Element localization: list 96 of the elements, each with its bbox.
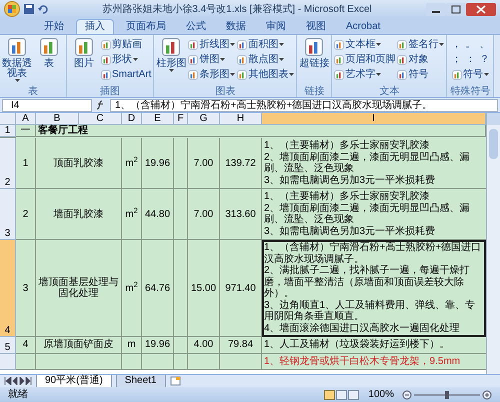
ribbon-icon <box>397 70 408 80</box>
name-box[interactable]: I4 <box>2 98 92 112</box>
undo-icon[interactable] <box>38 4 48 14</box>
ribbon-button[interactable]: 符号 <box>452 67 489 82</box>
group-label: 插图 <box>99 86 122 97</box>
ribbon-button[interactable]: 页眉和页脚 <box>334 52 396 67</box>
sheet-tab[interactable]: 90平米(普通) <box>36 374 112 388</box>
ribbon-button[interactable]: 柱形图 <box>156 37 186 72</box>
ribbon-icon <box>161 37 182 57</box>
ribbon-tab[interactable]: 审阅 <box>258 19 294 34</box>
table-cell <box>16 354 36 370</box>
ribbon-button[interactable]: 对象 <box>397 52 444 67</box>
ribbon-icon <box>397 54 408 64</box>
ribbon-icon <box>101 70 111 80</box>
ribbon-icon <box>39 37 59 57</box>
ribbon-icon <box>334 54 344 64</box>
close-icon[interactable] <box>466 2 496 16</box>
ribbon-icon <box>188 70 198 80</box>
table-cell <box>122 354 142 370</box>
group-label: 特殊符号 <box>449 86 492 97</box>
ribbon-icon <box>188 54 198 64</box>
sheet-navigation-icon[interactable] <box>4 377 32 385</box>
ribbon-button[interactable]: 图片 <box>69 37 99 69</box>
table-cell: 客餐厅工程 <box>36 125 486 137</box>
group-label: 表 <box>27 86 39 97</box>
ribbon-tab[interactable]: 页面布局 <box>118 19 174 34</box>
ribbon-icon <box>101 54 111 64</box>
vertical-scrollbar[interactable] <box>486 113 500 374</box>
row-header[interactable]: 5 <box>0 337 16 354</box>
ribbon-button[interactable]: 数据透视表 <box>2 37 32 82</box>
maximize-icon[interactable] <box>446 2 466 16</box>
ribbon-icon <box>237 40 248 50</box>
zoom-slider-icon[interactable] <box>402 390 492 400</box>
save-icon[interactable] <box>24 4 34 14</box>
sheet-tab[interactable]: Sheet1 <box>116 374 166 388</box>
table-cell: 1、（含辅材）宁南滑石粉+高士熟胶粉+德国进口汉高胶水现场调腻子。 2、满批腻子二遍，找补腻子一遍，每遍干燥打磨，墙面平整清洁（原墙面和顶面误差较大除外）。 3、边角顺直1、人工及辅料费用、弹线、靠、专用阴阳角条垂直顺直。 4、墙面滚涂德国进口汉高胶水一遍固化处理 <box>262 240 486 337</box>
new-sheet-icon[interactable] <box>170 376 182 386</box>
table-cell <box>220 354 262 370</box>
row-header[interactable]: 1 <box>0 125 16 137</box>
ribbon-button[interactable]: 折线图 <box>188 37 236 52</box>
table-cell <box>142 354 174 370</box>
group-label: 文本 <box>378 86 400 97</box>
group-label: 链接 <box>303 86 326 97</box>
ribbon-icon <box>237 54 248 64</box>
ribbon-button[interactable]: 签名行 <box>397 37 444 52</box>
row-header[interactable]: 4 <box>0 240 16 337</box>
ribbon-icon <box>397 40 408 50</box>
ribbon-button[interactable]: 条形图 <box>188 67 236 82</box>
symbol-button[interactable]: ： <box>463 52 478 67</box>
ribbon-button[interactable]: 其他图表 <box>237 67 294 82</box>
ribbon-tab[interactable]: Acrobat <box>338 19 388 34</box>
ribbon-icon <box>7 37 27 57</box>
symbol-button[interactable]: ？ <box>477 52 492 67</box>
ribbon-tab[interactable]: 插入 <box>76 19 114 34</box>
ribbon-button[interactable]: 饼图 <box>188 52 236 67</box>
ribbon-icon <box>334 70 344 80</box>
ribbon-icon <box>74 37 94 57</box>
ribbon-icon <box>237 70 248 80</box>
symbol-button[interactable]: 。 <box>463 37 478 52</box>
minimize-icon[interactable] <box>426 2 446 16</box>
view-buttons-icon[interactable] <box>324 390 360 400</box>
ribbon-icon <box>452 70 462 80</box>
ribbon-tab[interactable]: 数据 <box>218 19 254 34</box>
ribbon-button[interactable]: 表 <box>34 37 64 69</box>
ribbon-button[interactable]: 文本框 <box>334 37 396 52</box>
ribbon-button[interactable]: 艺术字 <box>334 67 396 82</box>
column-header[interactable]: I <box>262 113 486 125</box>
table-cell <box>174 354 188 370</box>
zoom-level[interactable]: 100% <box>368 388 394 400</box>
ribbon-button[interactable]: 符号 <box>397 67 444 82</box>
ribbon-button[interactable]: 剪贴画 <box>101 37 152 52</box>
status-text: 就绪 <box>8 388 29 400</box>
symbol-button[interactable]: 、 <box>477 37 492 52</box>
function-icon[interactable] <box>96 100 106 110</box>
ribbon-button[interactable]: 面积图 <box>237 37 294 52</box>
ribbon-button[interactable]: 散点图 <box>237 52 294 67</box>
symbol-button[interactable]: ； <box>449 52 464 67</box>
group-label: 图表 <box>214 86 236 97</box>
window-title: 苏州路张姐未地小徐3.4号改1.xls [兼容模式] - Microsoft Excel <box>101 2 373 16</box>
ribbon-icon <box>101 40 111 50</box>
row-header[interactable]: 2 <box>0 138 16 189</box>
row-header[interactable]: 3 <box>0 189 16 240</box>
ribbon-tab[interactable]: 视图 <box>298 19 334 34</box>
ribbon-tab[interactable]: 开始 <box>36 19 72 34</box>
office-logo-icon[interactable] <box>4 1 20 17</box>
ribbon-icon <box>334 40 344 50</box>
table-cell <box>188 354 220 370</box>
ribbon-icon <box>304 37 324 57</box>
ribbon-button[interactable]: 超链接 <box>299 37 330 69</box>
ribbon-button[interactable]: SmartArt <box>101 67 152 82</box>
ribbon-tab[interactable]: 公式 <box>178 19 214 34</box>
table-cell: 1、轻钢龙骨或烘干白松木专骨龙架，9.5mm <box>262 354 486 370</box>
ribbon-icon <box>188 40 198 50</box>
symbol-button[interactable]: ， <box>449 37 464 52</box>
table-cell: 一 <box>16 125 36 137</box>
ribbon-button[interactable]: 形状 <box>101 52 152 67</box>
